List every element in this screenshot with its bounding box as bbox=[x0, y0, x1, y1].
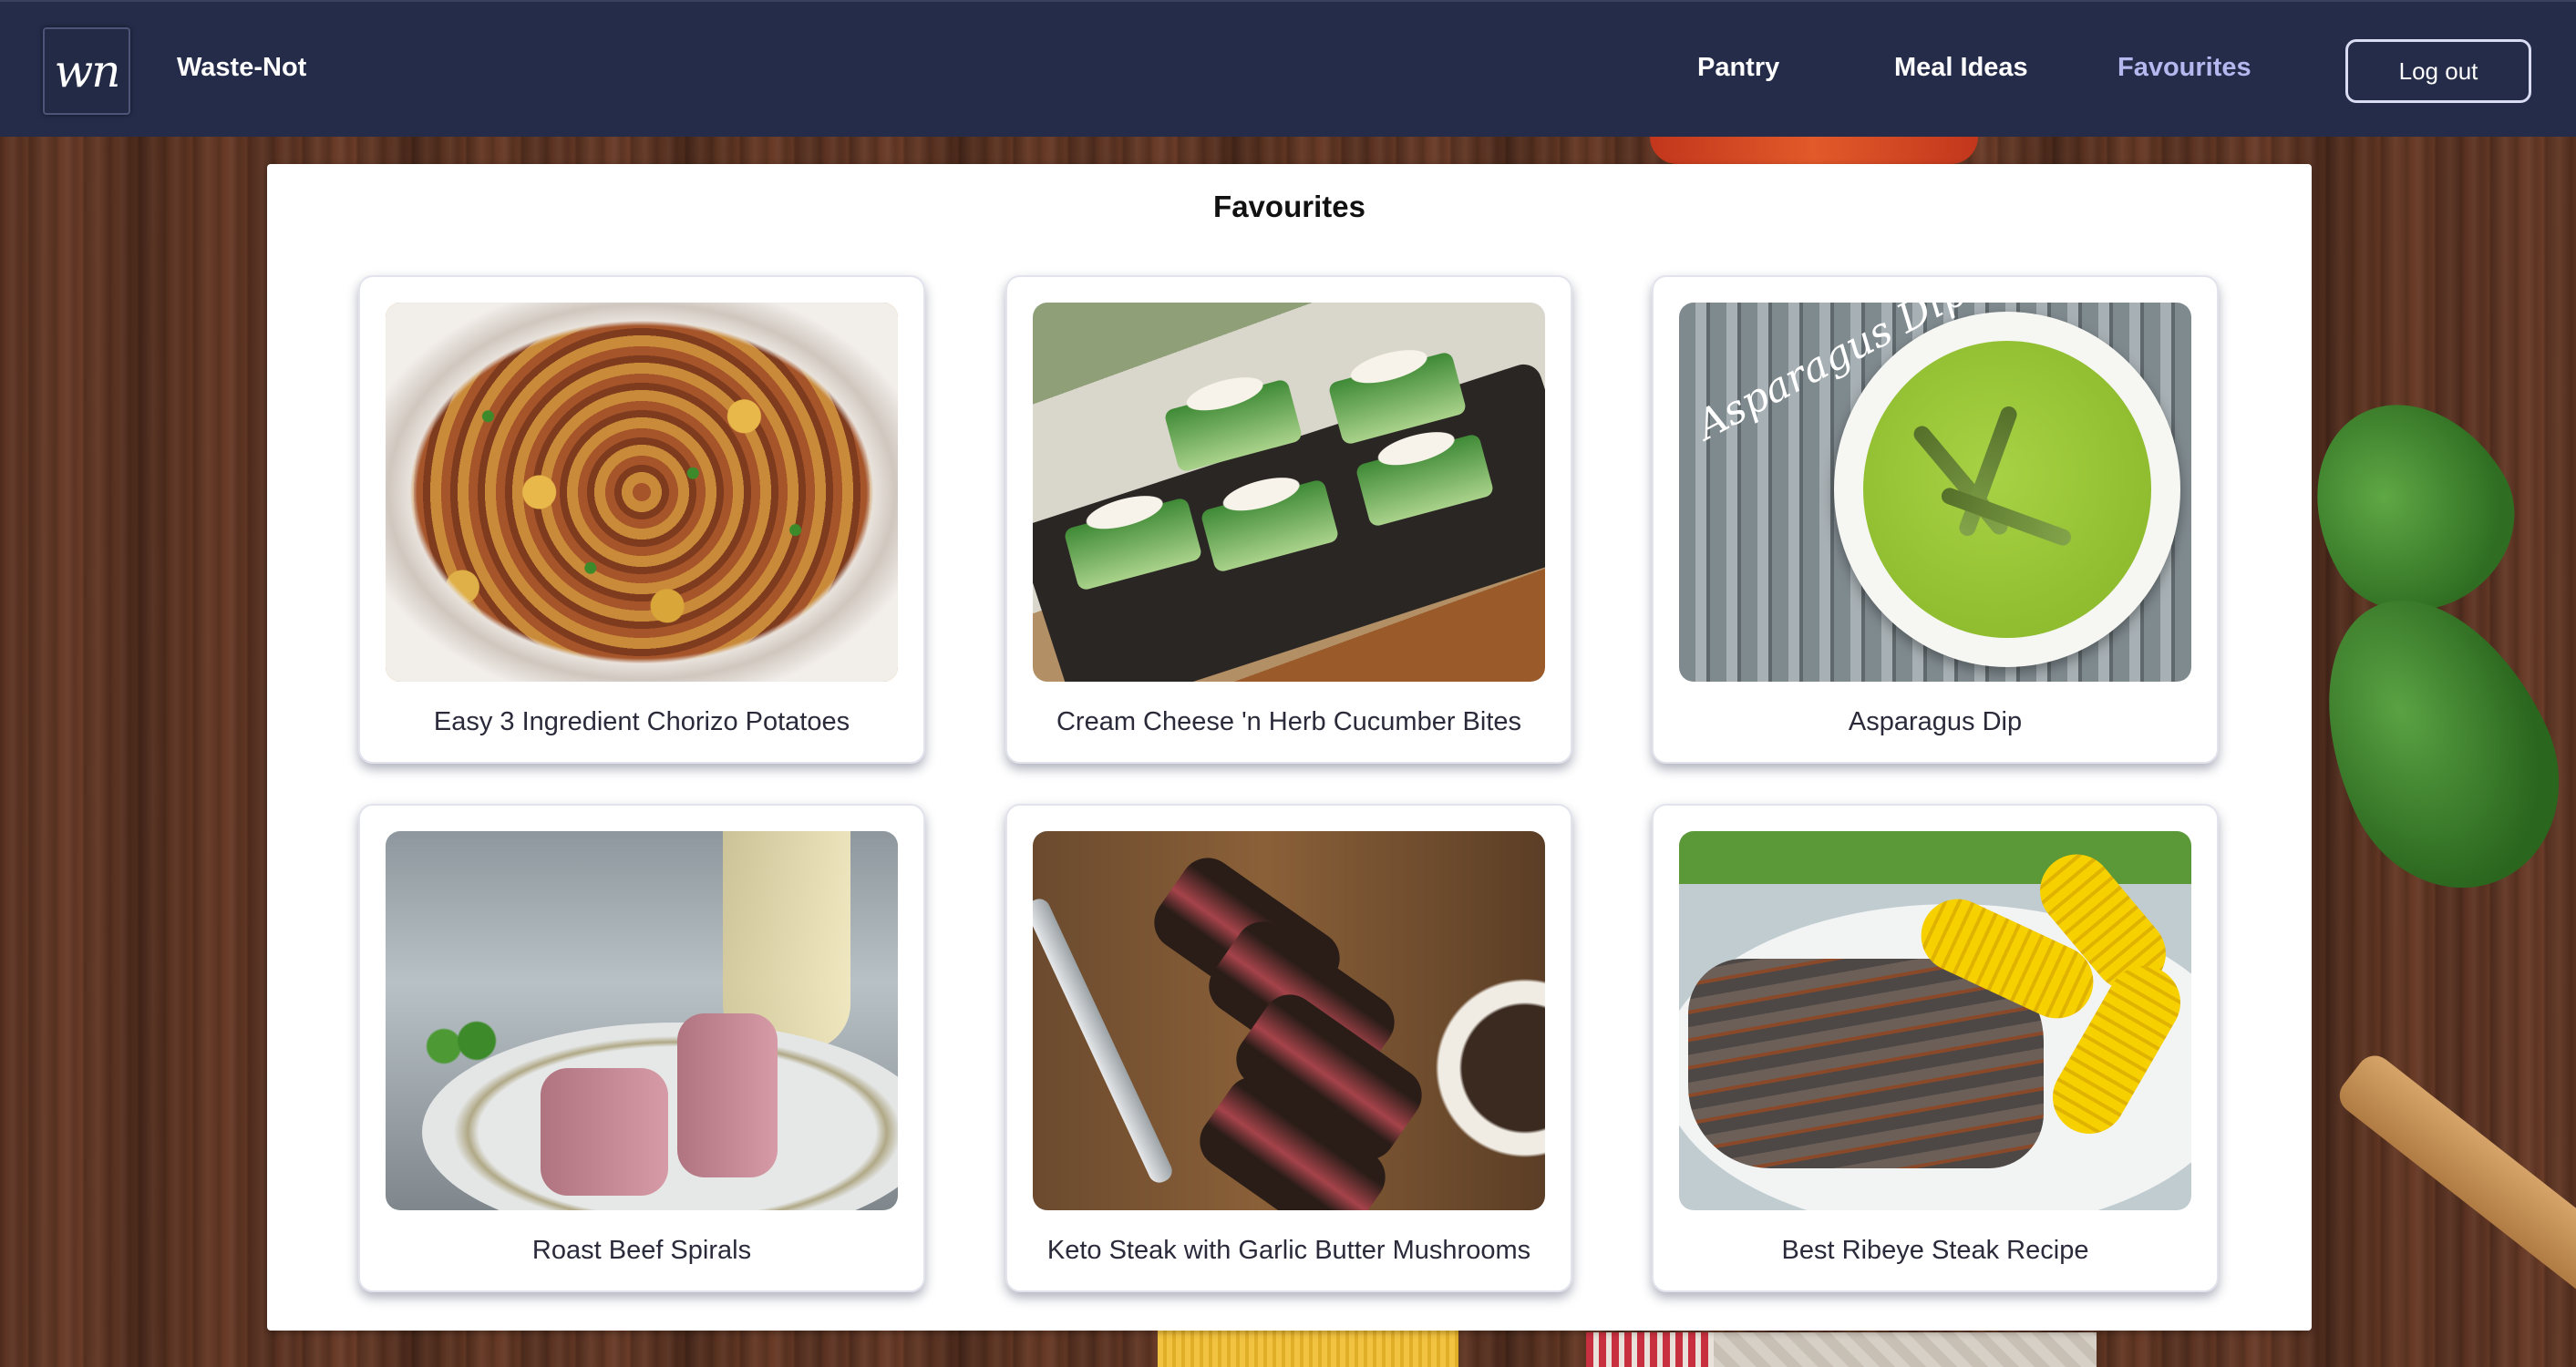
background-pasta bbox=[1158, 1331, 1458, 1367]
background-basil-leaf bbox=[2280, 561, 2576, 924]
nav-link-pantry[interactable]: Pantry bbox=[1697, 53, 1779, 83]
background-tomato bbox=[1650, 137, 1978, 164]
recipe-card-keto-steak[interactable]: Keto Steak with Garlic Butter Mushrooms bbox=[1005, 804, 1572, 1292]
recipe-card-chorizo-potatoes[interactable]: Easy 3 Ingredient Chorizo Potatoes bbox=[358, 275, 925, 764]
recipe-title[interactable]: Keto Steak with Garlic Butter Mushrooms bbox=[1007, 1236, 1571, 1266]
recipe-image-cucumber-bites[interactable] bbox=[1033, 303, 1545, 682]
recipe-image-keto-steak[interactable] bbox=[1033, 831, 1545, 1210]
recipe-image-ribeye-steak[interactable] bbox=[1679, 831, 2191, 1210]
nav-link-meal-ideas[interactable]: Meal Ideas bbox=[1894, 53, 2028, 83]
recipe-card-asparagus-dip[interactable]: Asparagus Dip Asparagus Dip bbox=[1652, 275, 2219, 764]
recipe-title[interactable]: Roast Beef Spirals bbox=[360, 1236, 923, 1266]
recipe-image-asparagus-dip[interactable]: Asparagus Dip bbox=[1679, 303, 2191, 682]
favourites-panel: Favourites Easy 3 Ingredient Chorizo Pot… bbox=[267, 164, 2312, 1331]
recipe-title[interactable]: Easy 3 Ingredient Chorizo Potatoes bbox=[360, 707, 923, 737]
recipe-image-chorizo-potatoes[interactable] bbox=[386, 303, 898, 682]
app-logo[interactable]: wn bbox=[43, 27, 130, 115]
recipe-card-ribeye-steak[interactable]: Best Ribeye Steak Recipe bbox=[1652, 804, 2219, 1292]
background-cloth-stripe bbox=[1586, 1332, 1714, 1367]
nav-link-favourites[interactable]: Favourites bbox=[2117, 53, 2251, 83]
top-navbar: wn Waste-Not Pantry Meal Ideas Favourite… bbox=[0, 0, 2576, 137]
page-title: Favourites bbox=[1213, 190, 1365, 223]
brand-name[interactable]: Waste-Not bbox=[177, 53, 306, 83]
recipe-title[interactable]: Asparagus Dip bbox=[1654, 707, 2217, 737]
background-wooden-spoon bbox=[2332, 1048, 2576, 1312]
recipe-title[interactable]: Cream Cheese 'n Herb Cucumber Bites bbox=[1007, 707, 1571, 737]
recipe-image-roast-beef-spirals[interactable] bbox=[386, 831, 898, 1210]
recipe-title[interactable]: Best Ribeye Steak Recipe bbox=[1654, 1236, 2217, 1266]
logout-button[interactable]: Log out bbox=[2345, 39, 2531, 103]
recipe-card-roast-beef-spirals[interactable]: Roast Beef Spirals bbox=[358, 804, 925, 1292]
recipe-card-cucumber-bites[interactable]: Cream Cheese 'n Herb Cucumber Bites bbox=[1005, 275, 1572, 764]
